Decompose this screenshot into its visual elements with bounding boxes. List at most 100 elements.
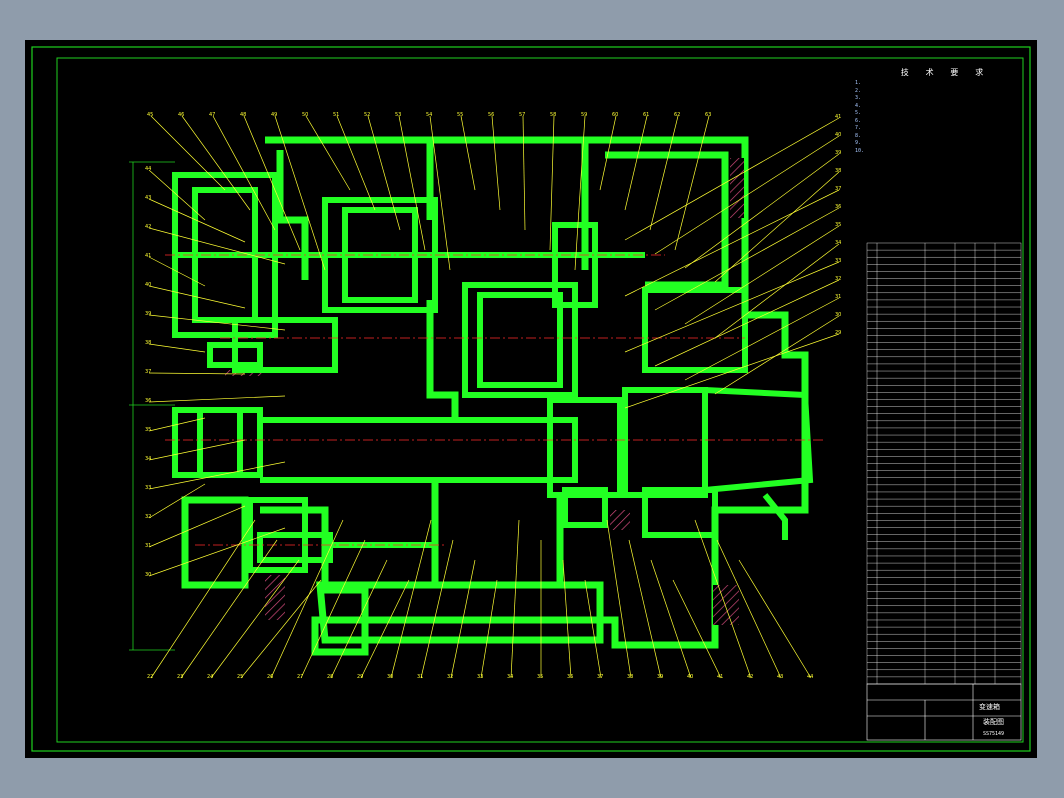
part-number-label: 36 — [567, 674, 573, 680]
leader-line — [148, 395, 286, 403]
part-number-label: 34 — [507, 674, 513, 680]
title-block-name: 变速箱 — [979, 703, 1000, 711]
leader-line — [606, 519, 632, 679]
part-number-label: 37 — [835, 186, 841, 192]
leader-line — [148, 461, 286, 490]
note-line: 3. — [855, 95, 862, 101]
part-number-label: 54 — [426, 112, 432, 118]
part-number-label: 42 — [145, 224, 151, 230]
part-number-label: 30 — [835, 312, 841, 318]
note-line: 2. — [855, 87, 862, 94]
note-line: 7. — [855, 125, 862, 131]
part-number-label: 42 — [747, 674, 753, 680]
part-number-label: 41 — [835, 114, 841, 120]
part-number-label: 35 — [145, 427, 151, 433]
part-number-label: 44 — [145, 166, 151, 172]
leader-line — [148, 505, 246, 548]
note-line: 5. — [855, 110, 862, 116]
part-number-label: 50 — [302, 112, 308, 118]
part-number-label: 51 — [333, 112, 339, 118]
dimension-lines — [129, 161, 175, 651]
leader-line — [649, 115, 679, 231]
leader-line — [336, 115, 376, 211]
note-line: 1. — [855, 80, 862, 86]
part-number-label: 34 — [835, 240, 841, 246]
leader-line — [150, 115, 226, 191]
part-number-label: 41 — [145, 253, 151, 259]
part-number-label: 61 — [643, 112, 649, 118]
part-number-label: 40 — [145, 282, 151, 288]
part-number-label: 33 — [145, 485, 151, 491]
part-number-label: 26 — [267, 674, 273, 680]
note-line: 6. — [855, 117, 862, 124]
part-number-label: 35 — [835, 222, 841, 228]
technical-requirements-title: 技 术 要 求 — [900, 68, 990, 77]
part-number-label: 32 — [145, 514, 151, 520]
leader-line — [491, 115, 501, 211]
part-number-label: 31 — [835, 294, 841, 300]
part-number-label: 22 — [147, 674, 153, 680]
leader-line — [714, 315, 840, 395]
note-line: 8. — [855, 132, 862, 139]
part-number-label: 37 — [145, 369, 151, 375]
part-number-label: 59 — [581, 112, 587, 118]
part-number-label: 49 — [271, 112, 277, 118]
part-number-label: 31 — [417, 674, 423, 680]
part-number-label: 28 — [327, 674, 333, 680]
leader-line — [684, 297, 840, 381]
title-block-code: SS75149 — [983, 731, 1005, 737]
part-number-label: 25 — [237, 674, 243, 680]
title-block-drawing-type: 装配图 — [983, 718, 1004, 726]
part-number-label: 38 — [145, 340, 151, 346]
part-number-label: 36 — [145, 398, 151, 404]
part-number-label: 43 — [777, 674, 783, 680]
part-number-label: 29 — [357, 674, 363, 680]
part-number-label: 30 — [145, 572, 151, 578]
leader-line — [624, 117, 840, 241]
part-number-label: 47 — [209, 112, 215, 118]
part-number-label: 39 — [145, 311, 151, 317]
part-number-label: 31 — [145, 543, 151, 549]
leader-line — [522, 115, 526, 231]
part-number-label: 32 — [835, 276, 841, 282]
part-number-label: 23 — [177, 674, 183, 680]
part-number-label: 46 — [178, 112, 184, 118]
parts-list-table — [866, 242, 1022, 685]
leader-line — [510, 519, 520, 679]
part-number-label: 60 — [612, 112, 618, 118]
part-number-label: 36 — [835, 204, 841, 210]
note-line: 9. — [855, 140, 862, 146]
leader-line — [150, 519, 256, 679]
part-number-label: 35 — [537, 674, 543, 680]
leader-line — [624, 261, 840, 353]
note-line: 4. — [855, 102, 862, 109]
part-number-label: 30 — [387, 674, 393, 680]
part-number-label: 63 — [705, 112, 711, 118]
leader-line — [460, 115, 476, 191]
leader-line — [694, 519, 752, 679]
part-number-label: 53 — [395, 112, 401, 118]
part-number-label: 39 — [835, 150, 841, 156]
part-number-label: 56 — [488, 112, 494, 118]
part-number-label: 39 — [657, 674, 663, 680]
part-number-label: 52 — [364, 112, 370, 118]
leader-line — [624, 115, 648, 211]
part-number-label: 41 — [717, 674, 723, 680]
part-number-label: 45 — [147, 112, 153, 118]
part-number-label: 58 — [550, 112, 556, 118]
part-number-label: 33 — [477, 674, 483, 680]
part-number-label: 40 — [687, 674, 693, 680]
part-number-label: 44 — [807, 674, 813, 680]
leader-line — [148, 343, 206, 353]
title-block: 变速箱 装配图 SS75149 — [867, 684, 1021, 740]
part-number-label: 62 — [674, 112, 680, 118]
part-number-label: 48 — [240, 112, 246, 118]
part-number-label: 38 — [627, 674, 633, 680]
part-number-label: 33 — [835, 258, 841, 264]
part-number-label: 34 — [145, 456, 151, 462]
leader-line — [480, 579, 498, 679]
cad-drawing-sheet: 45 46 47 48 49 50 51 52 53 54 55 56 57 58 59 60 61 62 63 41… — [25, 40, 1037, 758]
part-number-label: 38 — [835, 168, 841, 174]
part-number-label: 32 — [447, 674, 453, 680]
part-number-label: 57 — [519, 112, 525, 118]
